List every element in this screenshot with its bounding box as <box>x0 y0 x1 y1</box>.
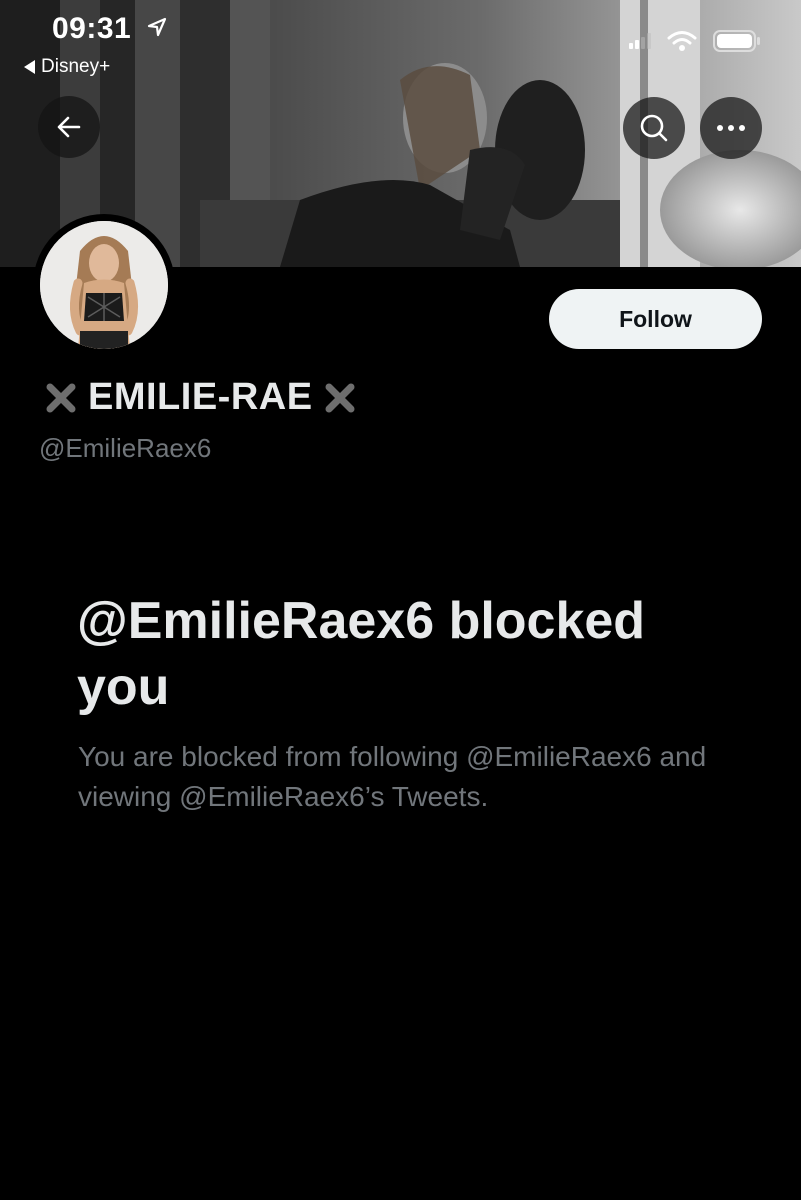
back-button[interactable] <box>38 96 100 158</box>
status-back-app-label: Disney+ <box>41 56 111 77</box>
wifi-icon <box>667 31 697 51</box>
avatar-photo <box>40 221 168 349</box>
heavy-x-mark-icon <box>46 383 76 412</box>
location-arrow-icon <box>147 17 167 37</box>
arrow-left-icon <box>57 116 81 138</box>
heavy-x-mark-icon <box>325 383 355 412</box>
status-icons <box>629 30 761 52</box>
avatar-image <box>40 221 168 349</box>
profile-name-row: EMILIE-RAE <box>44 376 357 419</box>
search-icon <box>640 114 668 142</box>
status-time: 09:31 <box>52 12 132 45</box>
follow-button[interactable]: Follow <box>549 289 762 349</box>
display-name: EMILIE-RAE <box>88 376 313 418</box>
blocked-description: You are blocked from following @EmilieRa… <box>78 741 707 812</box>
status-back-to-app[interactable]: Disney+ <box>24 56 110 78</box>
profile-handle: @EmilieRaex6 <box>39 433 212 463</box>
back-triangle-icon <box>24 60 35 74</box>
more-horizontal-icon <box>717 125 745 131</box>
search-button[interactable] <box>623 97 685 159</box>
profile-avatar[interactable] <box>33 214 175 356</box>
more-options-button[interactable] <box>700 97 762 159</box>
blocked-title: @EmilieRaex6 blocked you <box>77 592 646 716</box>
battery-icon <box>713 30 760 52</box>
cellular-signal-icon <box>629 33 651 49</box>
